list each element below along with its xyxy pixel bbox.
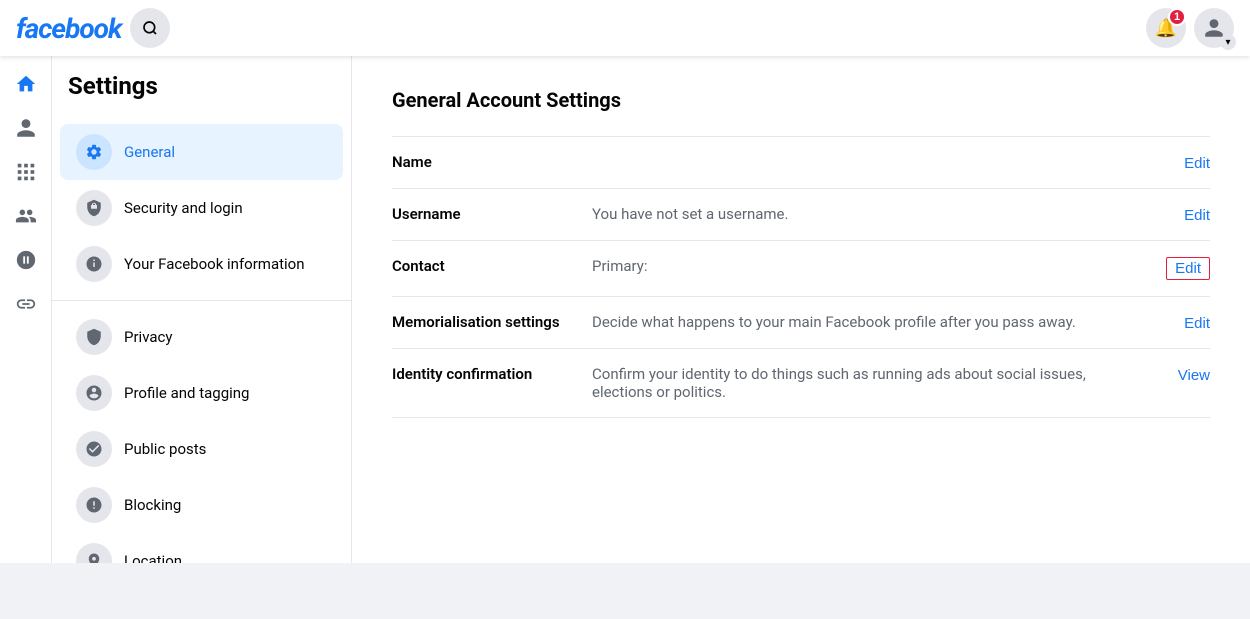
row-action-memorial: Edit (1130, 297, 1210, 349)
row-label-name: Name (392, 137, 592, 189)
row-value-contact: Primary: (592, 241, 1130, 297)
edit-contact-button[interactable]: Edit (1166, 257, 1210, 280)
search-button[interactable] (130, 8, 170, 48)
sidebar-label-fb-info: Your Facebook information (124, 255, 305, 273)
table-row: Username You have not set a username. Ed… (392, 189, 1210, 241)
sidebar-item-general[interactable]: General (60, 124, 343, 180)
row-value-identity: Confirm your identity to do things such … (592, 349, 1130, 418)
privacy-icon (76, 319, 112, 355)
icon-nav (0, 56, 52, 563)
sidebar-label-general: General (124, 143, 175, 161)
table-row: Identity confirmation Confirm your ident… (392, 349, 1210, 418)
sidebar-item-blocking[interactable]: Blocking (60, 477, 343, 533)
page-title: General Account Settings (392, 88, 1210, 112)
row-value-name (592, 137, 1130, 189)
row-value-username: You have not set a username. (592, 189, 1130, 241)
sidebar-item-location[interactable]: Location (60, 533, 343, 563)
notifications-button[interactable]: 🔔 1 (1146, 8, 1186, 48)
edit-name-button[interactable]: Edit (1184, 155, 1210, 172)
general-icon (76, 134, 112, 170)
notification-badge: 1 (1168, 8, 1186, 26)
row-label-contact: Contact (392, 241, 592, 297)
nav-item-links[interactable] (6, 284, 46, 324)
settings-table: Name Edit Username You have not set a us… (392, 136, 1210, 418)
table-row: Memorialisation settings Decide what hap… (392, 297, 1210, 349)
sidebar-label-privacy: Privacy (124, 328, 172, 346)
row-action-identity: View (1130, 349, 1210, 418)
row-label-username: Username (392, 189, 592, 241)
profile-tagging-icon (76, 375, 112, 411)
sidebar-label-security: Security and login (124, 199, 243, 217)
row-action-username: Edit (1130, 189, 1210, 241)
table-row: Contact Primary: Edit (392, 241, 1210, 297)
sidebar-item-privacy[interactable]: Privacy (60, 309, 343, 365)
nav-item-home[interactable] (6, 64, 46, 104)
table-row: Name Edit (392, 137, 1210, 189)
row-value-memorial: Decide what happens to your main Faceboo… (592, 297, 1130, 349)
sidebar-label-profile-tagging: Profile and tagging (124, 384, 249, 402)
sidebar-item-facebook-info[interactable]: Your Facebook information (60, 236, 343, 292)
nav-item-groups[interactable] (6, 240, 46, 280)
sidebar-title: Settings (52, 72, 351, 116)
row-label-identity: Identity confirmation (392, 349, 592, 418)
nav-item-profile[interactable] (6, 108, 46, 148)
sidebar: Settings General Security and login (52, 56, 352, 563)
row-label-memorial: Memorialisation settings (392, 297, 592, 349)
nav-item-friends[interactable] (6, 196, 46, 236)
public-posts-icon (76, 431, 112, 467)
facebook-logo[interactable]: facebook (16, 12, 122, 45)
sidebar-item-profile-tagging[interactable]: Profile and tagging (60, 365, 343, 421)
sidebar-item-public-posts[interactable]: Public posts (60, 421, 343, 477)
account-button[interactable] (1194, 8, 1234, 48)
location-icon (76, 543, 112, 563)
sidebar-item-security-login[interactable]: Security and login (60, 180, 343, 236)
main-content: General Account Settings Name Edit Usern… (352, 56, 1250, 563)
row-action-contact: Edit (1130, 241, 1210, 297)
fb-info-icon (76, 246, 112, 282)
sidebar-section-1: General Security and login Your Facebook… (52, 116, 351, 301)
view-identity-button[interactable]: View (1178, 367, 1210, 384)
main-layout: Settings General Security and login (0, 56, 1250, 563)
sidebar-label-public-posts: Public posts (124, 440, 206, 458)
edit-memorial-button[interactable]: Edit (1184, 315, 1210, 332)
header: facebook 🔔 1 (0, 0, 1250, 56)
header-left: facebook (16, 8, 170, 48)
sidebar-label-blocking: Blocking (124, 496, 181, 514)
edit-username-button[interactable]: Edit (1184, 207, 1210, 224)
nav-item-apps[interactable] (6, 152, 46, 192)
sidebar-section-2: Privacy Profile and tagging Public posts (52, 301, 351, 563)
row-action-name: Edit (1130, 137, 1210, 189)
sidebar-label-location: Location (124, 552, 182, 563)
header-right: 🔔 1 (1146, 8, 1234, 48)
security-icon (76, 190, 112, 226)
blocking-icon (76, 487, 112, 523)
